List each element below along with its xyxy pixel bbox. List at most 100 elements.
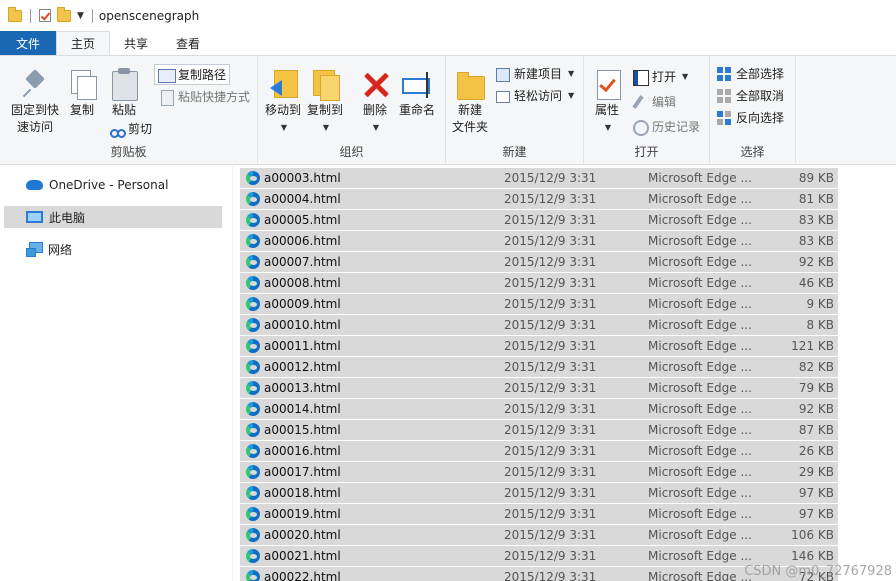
file-row[interactable]: a00008.html 2015/12/9 3:31 Microsoft Edge … [240,273,838,293]
paste-button[interactable]: 粘贴 [108,68,140,119]
pin-quick-access-button[interactable]: 固定到快 速访问 [8,68,62,136]
file-date: 2015/12/9 3:31 [504,549,597,563]
file-row[interactable]: a00007.html 2015/12/9 3:31 Microsoft Edge … [240,252,838,272]
customize-toolbar-dropdown-icon[interactable]: ▼ [77,11,84,21]
file-name: a00013.html [264,381,341,395]
properties-button[interactable]: 属性 ▼ [590,68,624,136]
new-item-label: 新建项目 [514,67,563,81]
edge-html-icon [246,234,260,248]
move-to-button[interactable]: 移动到 ▼ [264,68,302,136]
edit-label: 编辑 [652,95,677,109]
tab-view[interactable]: 查看 [162,31,214,55]
nav-item-network[interactable]: 网络 [4,238,222,260]
file-row[interactable]: a00021.html 2015/12/9 3:31 Microsoft Edge … [240,546,838,566]
file-row[interactable]: a00004.html 2015/12/9 3:31 Microsoft Edge … [240,189,838,209]
select-group: 全部选择 全部取消 反向选择 选择 [710,56,796,164]
file-name: a00009.html [264,297,341,311]
copy-path-button[interactable]: 复制路径 [154,64,231,85]
file-size: 82 KB [798,360,834,374]
new-group: 新建 文件夹 新建项目 ▼ 轻松访问 ▼ 新建 [446,56,584,164]
open-button[interactable]: 打开 ▼ [632,68,689,86]
copy-to-button[interactable]: 复制到 ▼ [306,68,344,136]
file-date: 2015/12/9 3:31 [504,360,597,374]
file-type: Microsoft Edge ... [648,528,752,542]
new-folder-icon [455,68,485,100]
file-type: Microsoft Edge ... [648,423,752,437]
nav-item-label: 此电脑 [49,210,86,225]
scissors-icon [108,121,126,138]
file-row[interactable]: a00005.html 2015/12/9 3:31 Microsoft Edge … [240,210,838,230]
file-name: a00006.html [264,234,341,248]
file-type: Microsoft Edge ... [648,444,752,458]
file-row[interactable]: a00012.html 2015/12/9 3:31 Microsoft Edge … [240,357,838,377]
file-type: Microsoft Edge ... [648,171,752,185]
edge-html-icon [246,213,260,227]
pane-divider[interactable] [232,166,233,581]
invert-selection-button[interactable]: 反向选择 [716,109,784,126]
file-type: Microsoft Edge ... [648,276,752,290]
invert-selection-icon [716,110,732,126]
copy-button[interactable]: 复制 [66,68,98,119]
copy-icon [67,68,97,100]
file-size: 87 KB [798,423,834,437]
cut-button[interactable]: 剪切 [108,120,152,138]
select-all-button[interactable]: 全部选择 [716,65,784,82]
file-row[interactable]: a00014.html 2015/12/9 3:31 Microsoft Edge … [240,399,838,419]
folder-icon [8,6,22,22]
new-folder-label-2: 文件夹 [452,120,489,134]
watermark: CSDN @m0_72767928 [744,564,892,579]
file-name: a00005.html [264,213,341,227]
select-none-button[interactable]: 全部取消 [716,87,784,104]
nav-item-this-pc[interactable]: 此电脑 [4,206,222,228]
file-date: 2015/12/9 3:31 [504,192,597,206]
file-row[interactable]: a00018.html 2015/12/9 3:31 Microsoft Edge … [240,483,838,503]
file-name: a00014.html [264,402,341,416]
tab-home[interactable]: 主页 [56,31,111,55]
file-row[interactable]: a00003.html 2015/12/9 3:31 Microsoft Edge … [240,168,838,188]
file-date: 2015/12/9 3:31 [504,528,597,542]
clipboard-group-label: 剪贴板 [110,145,147,159]
file-row[interactable]: a00011.html 2015/12/9 3:31 Microsoft Edge … [240,336,838,356]
edge-html-icon [246,339,260,353]
move-to-label: 移动到 [264,103,301,117]
file-row[interactable]: a00016.html 2015/12/9 3:31 Microsoft Edge … [240,441,838,461]
file-size: 92 KB [798,255,834,269]
properties-quick-icon[interactable] [39,9,51,22]
file-row[interactable]: a00010.html 2015/12/9 3:31 Microsoft Edge … [240,315,838,335]
new-item-button[interactable]: 新建项目 ▼ [494,65,574,82]
tab-file[interactable]: 文件 [0,31,57,55]
copy-to-label: 复制到 [306,103,343,117]
edge-html-icon [246,255,260,269]
file-row[interactable]: a00015.html 2015/12/9 3:31 Microsoft Edge … [240,420,838,440]
history-button[interactable]: 历史记录 [632,118,700,136]
file-row[interactable]: a00020.html 2015/12/9 3:31 Microsoft Edge … [240,525,838,545]
nav-item-onedrive[interactable]: OneDrive - Personal [4,174,222,196]
organize-group-label: 组织 [339,145,364,159]
file-name: a00011.html [264,339,341,353]
chevron-down-icon: ▼ [682,72,689,81]
paste-shortcut-button[interactable]: 粘贴快捷方式 [158,88,250,106]
file-row[interactable]: a00017.html 2015/12/9 3:31 Microsoft Edge … [240,462,838,482]
file-type: Microsoft Edge ... [648,192,752,206]
tab-share[interactable]: 共享 [110,31,162,55]
rename-button[interactable]: 重命名 [398,68,436,119]
properties-label: 属性 [594,103,619,117]
new-folder-button[interactable]: 新建 文件夹 [452,68,488,136]
easy-access-button[interactable]: 轻松访问 ▼ [494,87,574,104]
select-group-label: 选择 [740,145,765,159]
invert-selection-label: 反向选择 [736,111,785,125]
file-row[interactable]: a00013.html 2015/12/9 3:31 Microsoft Edge … [240,378,838,398]
file-type: Microsoft Edge ... [648,465,752,479]
file-row[interactable]: a00006.html 2015/12/9 3:31 Microsoft Edge … [240,231,838,251]
edit-button[interactable]: 编辑 [632,93,676,110]
network-icon [26,242,43,257]
delete-button[interactable]: 删除 ▼ [358,68,392,136]
file-row[interactable]: a00019.html 2015/12/9 3:31 Microsoft Edge … [240,504,838,524]
new-folder-quick-icon[interactable] [57,6,71,22]
file-size: 97 KB [798,507,834,521]
file-row[interactable]: a00009.html 2015/12/9 3:31 Microsoft Edge … [240,294,838,314]
file-date: 2015/12/9 3:31 [504,381,597,395]
file-name: a00017.html [264,465,341,479]
file-size: 89 KB [798,171,834,185]
file-size: 92 KB [798,402,834,416]
